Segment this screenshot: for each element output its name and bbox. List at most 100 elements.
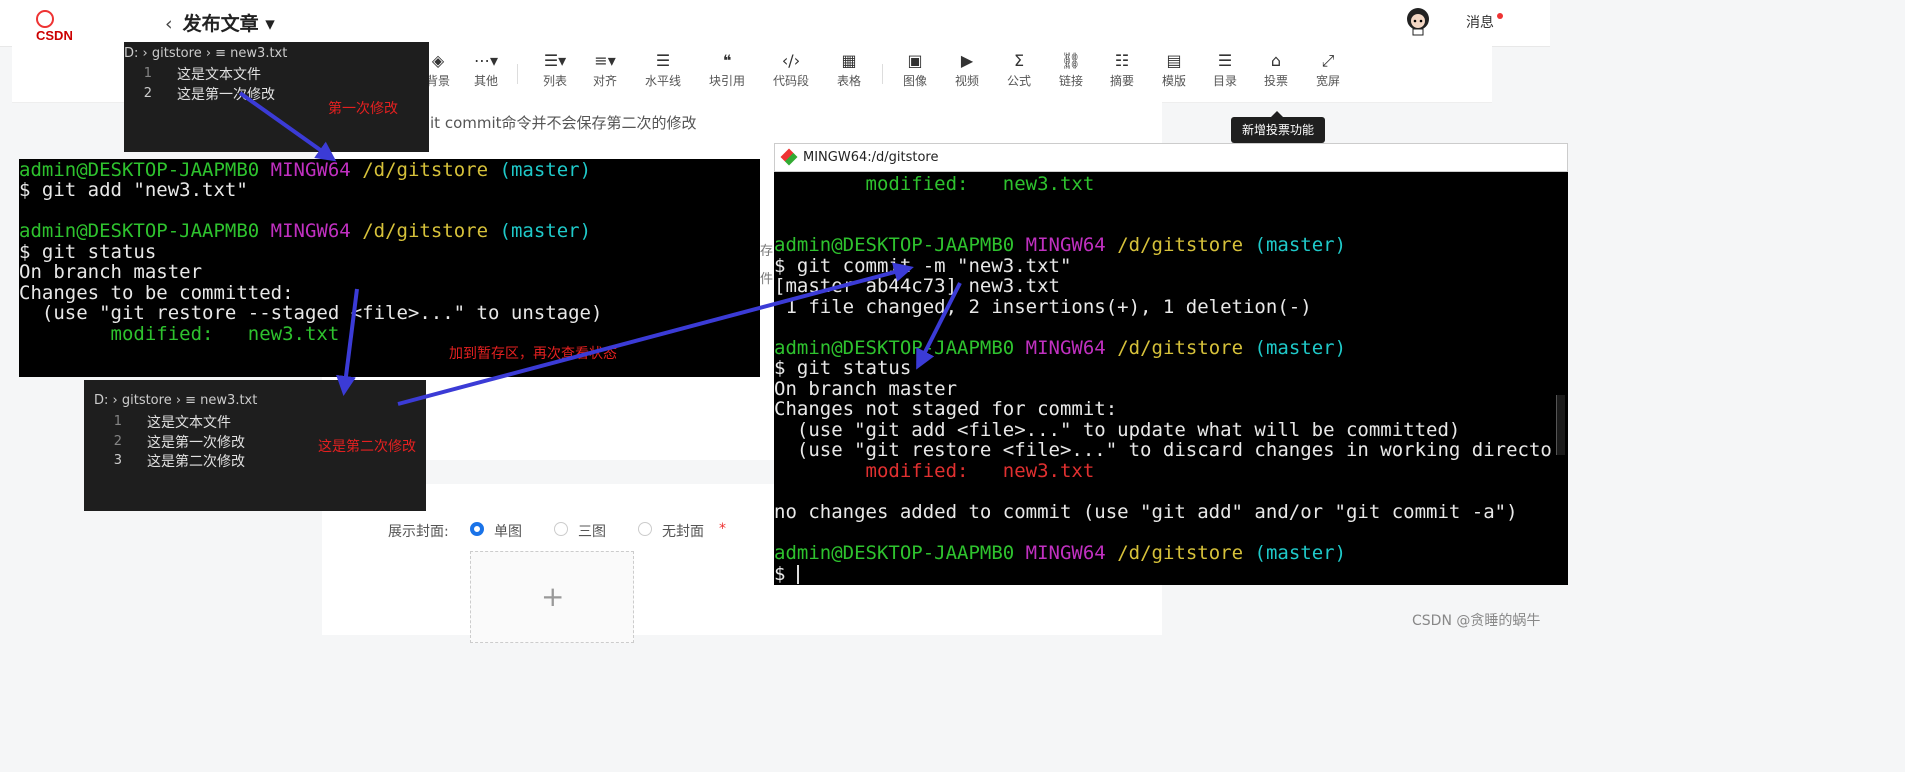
formula-icon: Σ (1013, 51, 1025, 70)
terminal-output: no changes added to commit (use "git add… (774, 501, 1518, 523)
toolbar-toc-button[interactable]: ☰ 目录 (1201, 50, 1249, 89)
toolbar-template-button[interactable]: ▤ 模版 (1150, 50, 1198, 89)
quote-icon: ❝ (722, 51, 732, 70)
toolbar-list-button[interactable]: ☰▾ 列表 (531, 50, 579, 89)
toolbar-align-button[interactable]: ≡▾ 对齐 (581, 50, 629, 89)
terminal-prompt: admin@DESKTOP-JAAPMB0 MINGW64 /d/gitstor… (774, 337, 1346, 359)
page-title-text: 发布文章 ▾ (182, 13, 275, 35)
toolbar-label: 其他 (473, 74, 498, 88)
terminal-prompt: admin@DESKTOP-JAAPMB0 MINGW64 /d/gitstor… (19, 159, 591, 181)
toolbar-label: 背景 (425, 74, 450, 88)
text-cursor (796, 565, 799, 584)
messages-link[interactable]: 消息 (1466, 12, 1494, 32)
video-icon: ▶ (960, 51, 974, 70)
cover-single-label[interactable]: 单图 (494, 521, 522, 541)
list-icon: ☰▾ (543, 51, 567, 70)
plus-icon: + (541, 580, 565, 613)
required-marker: * (719, 521, 726, 537)
cover-none-label[interactable]: 无封面 (662, 521, 704, 541)
toolbar-table-button[interactable]: ▦ 表格 (825, 50, 873, 89)
more-icon: ⋯▾ (473, 51, 499, 70)
toolbar-other-button[interactable]: ⋯▾ 其他 (462, 50, 510, 89)
terminal-output: 1 file changed, 2 insertions(+), 1 delet… (774, 296, 1312, 318)
cover-triple-label[interactable]: 三图 (578, 521, 606, 541)
page-title[interactable]: ‹ 发布文章 ▾ (165, 9, 275, 36)
cover-triple-radio[interactable] (554, 522, 568, 536)
prompt-system: MINGW64 (270, 220, 351, 242)
toolbar-label: 代码段 (772, 74, 809, 88)
terminal-command: $ git status (19, 241, 157, 263)
terminal-command: $ git status (774, 357, 912, 379)
annotation-second-change: 这是第二次修改 (318, 439, 416, 455)
toolbar-hr-button[interactable]: ☰ 水平线 (639, 50, 687, 89)
toolbar-label: 链接 (1058, 74, 1083, 88)
table-icon: ▦ (841, 51, 857, 70)
code-line: 这是第二次修改 (147, 454, 245, 470)
code-icon: ‹/› (781, 51, 801, 70)
toolbar-link-button[interactable]: ⛓ 链接 (1047, 50, 1095, 89)
csdn-logo[interactable]: CSDN (36, 10, 74, 43)
terminal-scrollbar[interactable] (1556, 395, 1565, 455)
toolbar-label: 水平线 (644, 74, 681, 88)
terminal-output: (use "git restore --staged <file>..." to… (19, 302, 603, 324)
toolbar-label: 块引用 (708, 74, 745, 88)
toolbar-label: 视频 (954, 74, 979, 88)
align-icon: ≡▾ (594, 51, 616, 70)
watermark: CSDN @贪睡的蜗牛 (1412, 613, 1541, 629)
mingw-window-titlebar[interactable]: MINGW64:/d/gitstore (774, 143, 1568, 172)
toolbar-widescreen-button[interactable]: ⤢ 宽屏 (1304, 50, 1352, 89)
prompt-path: /d/gitstore (362, 159, 489, 181)
line-number: 1 (143, 66, 152, 81)
avatar[interactable] (1404, 6, 1432, 36)
toolbar-code-button[interactable]: ‹/› 代码段 (767, 50, 815, 89)
line-number: 2 (113, 434, 122, 449)
logo-text: CSDN (36, 28, 73, 43)
unread-dot-icon (1497, 13, 1503, 19)
vote-tooltip: 新增投票功能 (1231, 111, 1325, 143)
terminal-2[interactable]: modified: new3.txt admin@DESKTOP-JAAPMB0… (774, 172, 1568, 585)
prompt-path: /d/gitstore (1117, 234, 1244, 256)
toolbar-label: 宽屏 (1315, 74, 1340, 88)
top-bar: CSDN ‹ 发布文章 ▾ 消息 (0, 0, 1550, 47)
toolbar-summary-button[interactable]: ☷ 摘要 (1098, 50, 1146, 89)
toolbar-image-button[interactable]: ▣ 图像 (891, 50, 939, 89)
prompt-user: admin@DESKTOP-JAAPMB0 (774, 542, 1015, 564)
cover-none-radio[interactable] (638, 522, 652, 536)
toolbar-label: 模版 (1161, 74, 1186, 88)
prompt-branch: (master) (1254, 542, 1347, 564)
terminal-output: (use "git add <file>..." to update what … (774, 419, 1461, 441)
terminal-output: On branch master (19, 261, 203, 283)
toolbar-label: 投票 (1263, 74, 1288, 88)
back-chevron-icon[interactable]: ‹ (165, 13, 173, 35)
toolbar-formula-button[interactable]: Σ 公式 (995, 50, 1043, 89)
image-icon: ▣ (907, 51, 923, 70)
breadcrumb: D: › gitstore › ≡ new3.txt (94, 393, 258, 408)
cover-upload-box[interactable]: + (470, 551, 634, 643)
cover-single-radio[interactable] (470, 522, 484, 536)
terminal-output: modified: new3.txt (19, 323, 340, 345)
prompt-system: MINGW64 (1025, 234, 1106, 256)
toolbar-label: 对齐 (592, 74, 617, 88)
prompt-branch: (master) (1254, 234, 1347, 256)
prompt-path: /d/gitstore (1117, 337, 1244, 359)
terminal-1: admin@DESKTOP-JAAPMB0 MINGW64 /d/gitstor… (19, 159, 760, 377)
toolbar-vote-button[interactable]: ⌂ 投票 (1252, 50, 1300, 89)
article-line: it commit命令并不会保存第二次的修改 (430, 114, 697, 132)
toc-icon: ☰ (1217, 51, 1233, 70)
prompt-branch: (master) (499, 220, 592, 242)
article-fragment: 存 (760, 244, 774, 259)
final-prompt: $ (774, 563, 797, 585)
window-title: MINGW64:/d/gitstore (803, 150, 939, 165)
toolbar-label: 摘要 (1109, 74, 1134, 88)
prompt-path: /d/gitstore (1117, 542, 1244, 564)
prompt-path: /d/gitstore (362, 220, 489, 242)
code-line: 这是文本文件 (177, 67, 261, 83)
prompt-user: admin@DESKTOP-JAAPMB0 (19, 159, 260, 181)
toolbar-quote-button[interactable]: ❝ 块引用 (703, 50, 751, 89)
toolbar-video-button[interactable]: ▶ 视频 (943, 50, 991, 89)
code-line: 这是文本文件 (147, 415, 231, 431)
link-icon: ⛓ (1060, 51, 1082, 70)
article-fragment: 件 (760, 272, 774, 287)
terminal-output: [master ab44c73] new3.txt (774, 275, 1060, 297)
terminal-input-line[interactable]: $ (774, 563, 799, 585)
